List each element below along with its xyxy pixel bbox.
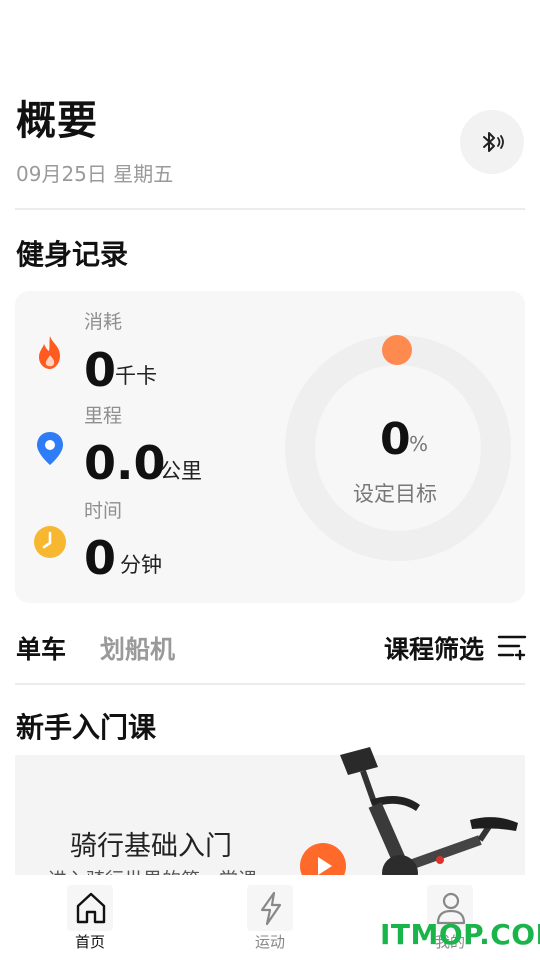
calories-unit: 千卡 (115, 364, 157, 388)
clock-icon (30, 522, 70, 562)
date-label: 09月25日 星期五 (16, 162, 174, 186)
bluetooth-icon (483, 132, 504, 152)
location-pin-icon (30, 428, 70, 468)
tab-bike[interactable]: 单车 (16, 630, 66, 666)
nav-home[interactable]: 首页 (45, 875, 135, 955)
calories-label: 消耗 (84, 311, 123, 333)
tabs-divider (15, 683, 525, 685)
distance-label: 里程 (84, 405, 123, 427)
watermark: ITMOP.COM (380, 918, 540, 951)
filter-icon[interactable] (497, 631, 527, 661)
nav-workout[interactable]: 运动 (225, 875, 315, 955)
course-filter-button[interactable]: 课程筛选 (384, 630, 484, 666)
fitness-section-title: 健身记录 (16, 238, 129, 271)
bluetooth-button[interactable] (460, 110, 524, 174)
set-goal-label[interactable]: 设定目标 (353, 478, 437, 508)
flame-icon (30, 333, 70, 373)
distance-value: 0.0 (84, 436, 166, 490)
goal-progress-indicator (382, 335, 412, 365)
nav-workout-label: 运动 (254, 933, 285, 951)
goal-percent-value: 0 (380, 414, 411, 465)
lightning-icon (247, 885, 293, 931)
page-title: 概要 (16, 98, 98, 144)
time-unit: 分钟 (120, 553, 162, 577)
goal-percent-sign: % (409, 432, 429, 456)
header-divider (15, 208, 525, 210)
beginner-section-title: 新手入门课 (16, 711, 157, 744)
distance-unit: 公里 (160, 459, 202, 483)
course-title[interactable]: 骑行基础入门 (70, 824, 232, 863)
calories-value: 0 (84, 343, 117, 397)
time-label: 时间 (84, 500, 123, 522)
tab-rowing-machine[interactable]: 划船机 (100, 630, 175, 666)
nav-home-label: 首页 (74, 933, 105, 951)
time-value: 0 (84, 531, 117, 585)
home-icon (67, 885, 113, 931)
exercise-bike-image (340, 747, 518, 885)
